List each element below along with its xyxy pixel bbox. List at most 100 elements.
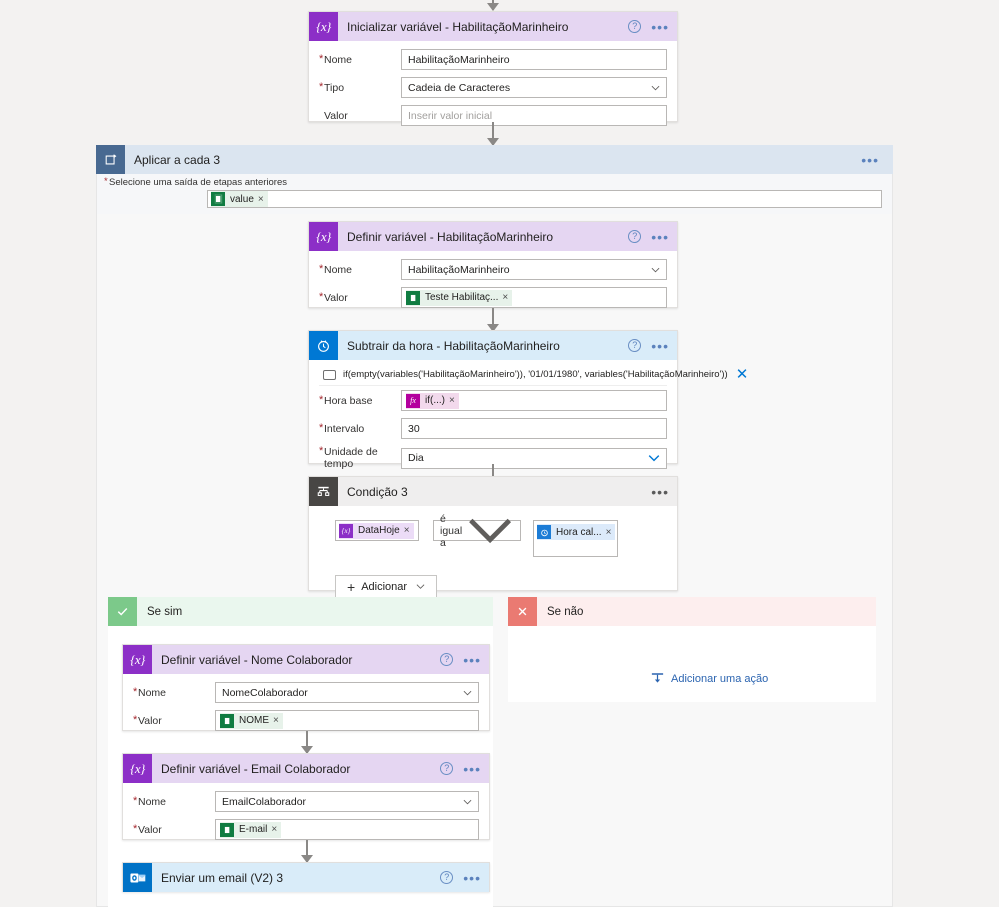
- action-card-set-variable-email[interactable]: {x} Definir variável - Email Colaborador…: [122, 753, 490, 840]
- more-options-icon[interactable]: •••: [861, 153, 879, 167]
- condition-left-operand[interactable]: {x} DataHoje ×: [335, 520, 419, 541]
- loop-input-area: Selecione uma saída de etapas anteriores…: [97, 174, 892, 214]
- field-row-intervalo: Intervalo 30: [319, 418, 667, 439]
- nome-select[interactable]: NomeColaborador: [215, 682, 479, 703]
- nome-select[interactable]: HabilitaçãoMarinheiro: [401, 259, 667, 280]
- help-icon[interactable]: ?: [628, 20, 642, 33]
- branch-title-yes: Se sim: [147, 605, 183, 618]
- loop-header[interactable]: Aplicar a cada 3 •••: [96, 145, 893, 174]
- valor-token-field[interactable]: E-mail ×: [215, 819, 479, 840]
- connector-email-to-send: [300, 840, 314, 863]
- valor-token-field[interactable]: NOME ×: [215, 710, 479, 731]
- more-options-icon[interactable]: •••: [463, 762, 481, 776]
- token-value[interactable]: fx if(...) ×: [406, 392, 459, 409]
- remove-token-icon[interactable]: ×: [404, 525, 414, 536]
- tipo-select[interactable]: Cadeia de Caracteres: [401, 77, 667, 98]
- token-label: E-mail: [239, 824, 268, 835]
- card-header[interactable]: Enviar um email (V2) 3 ? •••: [123, 863, 489, 892]
- field-row-nome: Nome HabilitaçãoMarinheiro: [319, 259, 667, 280]
- remove-token-icon[interactable]: ×: [606, 527, 616, 538]
- valor-input[interactable]: Inserir valor inicial: [401, 105, 667, 126]
- help-icon[interactable]: ?: [628, 230, 642, 243]
- card-header[interactable]: {x} Definir variável - HabilitaçãoMarinh…: [309, 222, 677, 251]
- more-options-icon[interactable]: •••: [651, 20, 669, 34]
- excel-icon: [406, 290, 420, 305]
- action-card-initialize-variable[interactable]: {x} Inicializar variável - HabilitaçãoMa…: [308, 11, 678, 126]
- field-label: Nome: [133, 795, 215, 808]
- help-icon[interactable]: ?: [628, 339, 642, 352]
- token-value[interactable]: E-mail ×: [220, 821, 282, 838]
- more-options-icon[interactable]: •••: [463, 653, 481, 667]
- hora-base-token-field[interactable]: fx if(...) ×: [401, 390, 667, 411]
- card-header-actions: •••: [651, 477, 669, 506]
- operator-value: é igual a: [440, 512, 463, 549]
- tipo-select-value: Cadeia de Caracteres: [408, 81, 511, 94]
- token-label: if(...): [425, 395, 445, 406]
- field-row-nome: Nome NomeColaborador: [133, 682, 479, 703]
- action-card-send-email[interactable]: Enviar um email (V2) 3 ? •••: [122, 862, 490, 892]
- outlook-glyph: [129, 873, 145, 882]
- expression-bar[interactable]: if(empty(variables('HabilitaçãoMarinheir…: [319, 364, 748, 386]
- branch-header-no[interactable]: Se não: [508, 597, 876, 626]
- remove-token-icon[interactable]: ×: [273, 715, 283, 726]
- intervalo-input[interactable]: 30: [401, 418, 667, 439]
- field-row-valor: Valor NOME ×: [133, 710, 479, 731]
- field-row-nome: Nome HabilitaçãoMarinheiro: [319, 49, 667, 70]
- remove-token-icon[interactable]: ×: [271, 824, 281, 835]
- remove-token-icon[interactable]: ×: [258, 194, 268, 205]
- excel-icon: [220, 822, 234, 837]
- token-value[interactable]: Hora cal... ×: [537, 524, 616, 540]
- variable-icon: {x}: [309, 222, 338, 251]
- card-header-actions: ? •••: [628, 331, 669, 360]
- clock-glyph: [540, 529, 548, 536]
- remove-token-icon[interactable]: ×: [449, 395, 459, 406]
- loop-input-field[interactable]: value ×: [207, 190, 882, 208]
- plus-icon: +: [347, 578, 356, 595]
- more-options-icon[interactable]: •••: [651, 230, 669, 244]
- clock-glyph: [318, 340, 329, 352]
- branch-header-yes[interactable]: Se sim: [108, 597, 493, 626]
- action-card-condition[interactable]: Condição 3 ••• {x} DataHoje × é igual a: [308, 476, 678, 598]
- nome-input[interactable]: HabilitaçãoMarinheiro: [401, 49, 667, 70]
- connector-nome-to-email: [300, 731, 314, 754]
- card-header[interactable]: Condição 3 •••: [309, 477, 677, 506]
- valor-token-field[interactable]: Teste Habilitaç... ×: [401, 287, 667, 308]
- card-header-actions: ? •••: [440, 754, 481, 783]
- card-header-actions: ? •••: [440, 645, 481, 674]
- excel-glyph: [409, 293, 416, 302]
- token-value[interactable]: value ×: [211, 191, 268, 207]
- remove-token-icon[interactable]: ×: [502, 292, 512, 303]
- more-options-icon[interactable]: •••: [651, 339, 669, 353]
- add-condition-button[interactable]: + Adicionar: [335, 575, 438, 598]
- excel-glyph: [223, 825, 230, 834]
- card-header[interactable]: {x} Definir variável - Email Colaborador…: [123, 754, 489, 783]
- condition-operator-select[interactable]: é igual a: [433, 513, 521, 549]
- token-label: Teste Habilitaç...: [425, 292, 499, 303]
- nome-select[interactable]: EmailColaborador: [215, 791, 479, 812]
- unidade-tempo-select[interactable]: Dia: [401, 447, 667, 469]
- card-header[interactable]: {x} Inicializar variável - HabilitaçãoMa…: [309, 12, 677, 41]
- close-icon[interactable]: ✕: [728, 367, 757, 382]
- expression-icon: [323, 366, 336, 380]
- token-value[interactable]: NOME ×: [220, 712, 283, 729]
- add-action-button-no-branch[interactable]: Adicionar uma ação: [650, 671, 768, 686]
- variable-icon: {x}: [123, 645, 152, 674]
- clock-icon: [309, 331, 338, 360]
- help-icon[interactable]: ?: [440, 871, 454, 884]
- more-options-icon[interactable]: •••: [463, 871, 481, 885]
- card-header[interactable]: Subtrair da hora - HabilitaçãoMarinheiro…: [309, 331, 677, 360]
- token-value[interactable]: {x} DataHoje ×: [339, 522, 414, 539]
- variable-icon: {x}: [309, 12, 338, 41]
- action-card-set-variable-habilitacao[interactable]: {x} Definir variável - HabilitaçãoMarinh…: [308, 221, 678, 308]
- field-label: Nome: [133, 686, 215, 699]
- help-icon[interactable]: ?: [440, 762, 454, 775]
- action-card-set-variable-nome[interactable]: {x} Definir variável - Nome Colaborador …: [122, 644, 490, 731]
- card-title: Definir variável - Nome Colaborador: [161, 652, 353, 667]
- card-header[interactable]: {x} Definir variável - Nome Colaborador …: [123, 645, 489, 674]
- help-icon[interactable]: ?: [440, 653, 454, 666]
- action-card-subtract-from-time[interactable]: Subtrair da hora - HabilitaçãoMarinheiro…: [308, 330, 748, 470]
- token-value[interactable]: Teste Habilitaç... ×: [406, 289, 513, 306]
- card-title: Subtrair da hora - HabilitaçãoMarinheiro: [347, 338, 560, 353]
- condition-right-operand[interactable]: Hora cal... ×: [533, 520, 618, 557]
- more-options-icon[interactable]: •••: [651, 485, 669, 499]
